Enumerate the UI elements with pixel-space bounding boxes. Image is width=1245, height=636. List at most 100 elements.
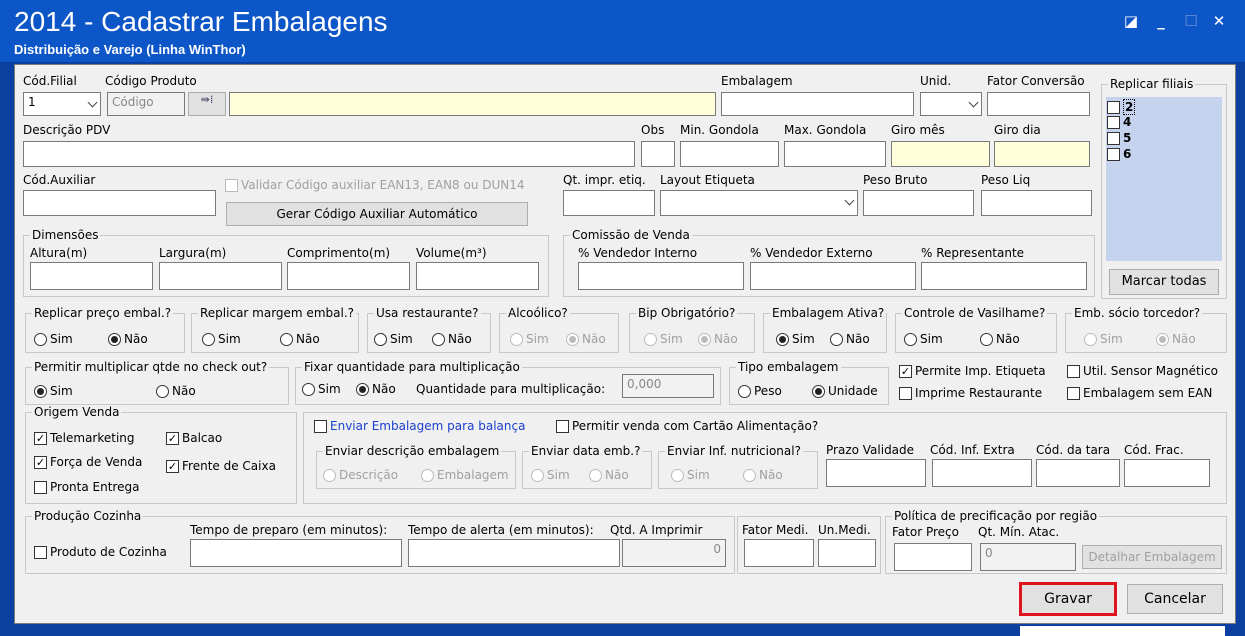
- descricao-radio[interactable]: Descrição: [323, 468, 398, 482]
- peso-radio[interactable]: Peso: [738, 384, 782, 398]
- q2-sim-radio[interactable]: Sim: [202, 332, 241, 346]
- balcao-checkbox[interactable]: ✓ Balcao: [166, 431, 222, 445]
- embalagem-input[interactable]: [721, 92, 914, 116]
- marcar-todas-button[interactable]: Marcar todas: [1109, 269, 1219, 295]
- permitir-mult-nao-radio[interactable]: Não: [156, 384, 196, 398]
- imprime-rest-checkbox[interactable]: Imprime Restaurante: [899, 386, 1042, 400]
- q4-sim-radio[interactable]: Sim: [510, 332, 549, 346]
- pronta-entrega-checkbox[interactable]: Pronta Entrega: [34, 480, 139, 494]
- q3-nao-radio[interactable]: Não: [432, 332, 472, 346]
- validar-ean-checkbox[interactable]: Validar Código auxiliar EAN13, EAN8 ou D…: [225, 178, 525, 192]
- cartao-alim-checkbox[interactable]: Permitir venda com Cartão Alimentação?: [556, 419, 818, 433]
- permitir-mult-sim-radio[interactable]: Sim: [34, 384, 73, 398]
- enviar-balanca-checkbox[interactable]: Enviar Embalagem para balança: [314, 419, 525, 433]
- q1-nao-radio[interactable]: Não: [108, 332, 148, 346]
- forca-venda-checkbox[interactable]: ✓ Força de Venda: [34, 455, 142, 469]
- obs-input[interactable]: [641, 141, 675, 167]
- maximize-icon[interactable]: ☐: [1180, 12, 1202, 30]
- vend-interno-input[interactable]: [578, 262, 744, 290]
- tempo-preparo-input[interactable]: [190, 539, 402, 567]
- comissao-group: Comissão de Venda % Vendedor Interno % V…: [563, 228, 1095, 297]
- cod-auxiliar-input[interactable]: [23, 190, 216, 216]
- search-product-button[interactable]: ⇛⁞: [188, 92, 226, 116]
- q6-sim-radio[interactable]: Sim: [776, 332, 815, 346]
- util-sensor-checkbox[interactable]: Util. Sensor Magnético: [1067, 364, 1218, 378]
- produto-cozinha-checkbox[interactable]: Produto de Cozinha: [34, 545, 167, 559]
- codigo-input[interactable]: Código: [107, 92, 185, 116]
- restore-icon[interactable]: ◪: [1120, 12, 1142, 30]
- detalhar-button[interactable]: Detalhar Embalagem: [1082, 545, 1222, 569]
- q1-sim-radio[interactable]: Sim: [34, 332, 73, 346]
- vend-externo-input[interactable]: [750, 262, 916, 290]
- minimize-icon[interactable]: _: [1150, 12, 1172, 30]
- radio-icon: [830, 332, 843, 346]
- embalagem-radio[interactable]: Embalagem: [421, 468, 509, 482]
- filial-item[interactable]: 6: [1107, 147, 1131, 161]
- largura-input[interactable]: [159, 262, 282, 290]
- q8-sim-radio[interactable]: Sim: [1084, 332, 1123, 346]
- cod-tara-input[interactable]: [1036, 459, 1120, 487]
- comprimento-input[interactable]: [287, 262, 410, 290]
- fator-preco-input[interactable]: [894, 543, 972, 571]
- qtd-imprimir-input[interactable]: 0: [622, 539, 726, 567]
- qtd-mult-input[interactable]: 0,000: [622, 374, 714, 398]
- product-description-field[interactable]: [229, 92, 716, 116]
- q3-sim-radio[interactable]: Sim: [374, 332, 413, 346]
- filial-item[interactable]: 5: [1107, 131, 1131, 145]
- q5-sim-radio[interactable]: Sim: [644, 332, 683, 346]
- filial-item[interactable]: 2: [1107, 99, 1136, 115]
- q8-nao-radio[interactable]: Não: [1156, 332, 1196, 346]
- volume-input[interactable]: [416, 262, 539, 290]
- close-icon[interactable]: ✕: [1208, 12, 1230, 30]
- nutri-nao-radio[interactable]: Não: [743, 468, 783, 482]
- un-medi-input[interactable]: [818, 539, 876, 567]
- check-icon: ✓: [166, 459, 179, 473]
- giro-dia-input[interactable]: [994, 141, 1090, 167]
- radio-icon: [34, 384, 47, 398]
- q6-nao-radio[interactable]: Não: [830, 332, 870, 346]
- radio-icon: [776, 332, 789, 346]
- filial-select[interactable]: 1: [23, 92, 101, 116]
- fixar-sim-radio[interactable]: Sim: [302, 382, 341, 396]
- sim-label: Sim: [660, 332, 683, 346]
- q2-nao-radio[interactable]: Não: [280, 332, 320, 346]
- cod-frac-input[interactable]: [1124, 459, 1210, 487]
- q7-sim-radio[interactable]: Sim: [904, 332, 943, 346]
- permite-imp-checkbox[interactable]: ✓ Permite Imp. Etiqueta: [899, 364, 1046, 378]
- peso-bruto-input[interactable]: [863, 190, 974, 216]
- representante-input[interactable]: [921, 262, 1087, 290]
- peso-liq-input[interactable]: [981, 190, 1092, 216]
- checkbox-icon: [556, 419, 569, 433]
- qt-impr-etiq-input[interactable]: [563, 190, 655, 216]
- q7-nao-radio[interactable]: Não: [980, 332, 1020, 346]
- layout-etiqueta-select[interactable]: [660, 190, 858, 216]
- fator-medi-input[interactable]: [744, 539, 814, 567]
- giro-mes-input[interactable]: [891, 141, 990, 167]
- prazo-validade-input[interactable]: [826, 459, 926, 487]
- max-gondola-input[interactable]: [784, 141, 886, 167]
- cod-inf-extra-input[interactable]: [932, 459, 1032, 487]
- q4-nao-radio[interactable]: Não: [566, 332, 606, 346]
- nutri-sim-radio[interactable]: Sim: [671, 468, 710, 482]
- unid-select[interactable]: [920, 92, 982, 116]
- tempo-alerta-input[interactable]: [408, 539, 620, 567]
- filial-item[interactable]: 4: [1107, 115, 1131, 129]
- checkbox-icon: [1067, 386, 1080, 400]
- data-nao-radio[interactable]: Não: [589, 468, 629, 482]
- cancelar-button[interactable]: Cancelar: [1127, 584, 1223, 614]
- altura-input[interactable]: [30, 262, 153, 290]
- q5-nao-radio[interactable]: Não: [698, 332, 738, 346]
- gerar-codigo-button[interactable]: Gerar Código Auxiliar Automático: [226, 202, 528, 226]
- min-gondola-input[interactable]: [680, 141, 779, 167]
- gravar-button[interactable]: Gravar: [1019, 582, 1117, 616]
- data-sim-radio[interactable]: Sim: [531, 468, 570, 482]
- fator-conversao-input[interactable]: [987, 92, 1090, 116]
- origem-venda-group: Origem Venda ✓ Telemarketing ✓ Balcao ✓ For…: [25, 405, 297, 504]
- fixar-nao-radio[interactable]: Não: [356, 382, 396, 396]
- qt-min-atac-input[interactable]: 0: [980, 543, 1076, 571]
- frente-caixa-checkbox[interactable]: ✓ Frente de Caixa: [166, 459, 276, 473]
- telemarketing-checkbox[interactable]: ✓ Telemarketing: [34, 431, 135, 445]
- emb-sem-ean-checkbox[interactable]: Embalagem sem EAN: [1067, 386, 1212, 400]
- descricao-pdv-input[interactable]: [23, 141, 635, 167]
- unidade-radio[interactable]: Unidade: [812, 384, 878, 398]
